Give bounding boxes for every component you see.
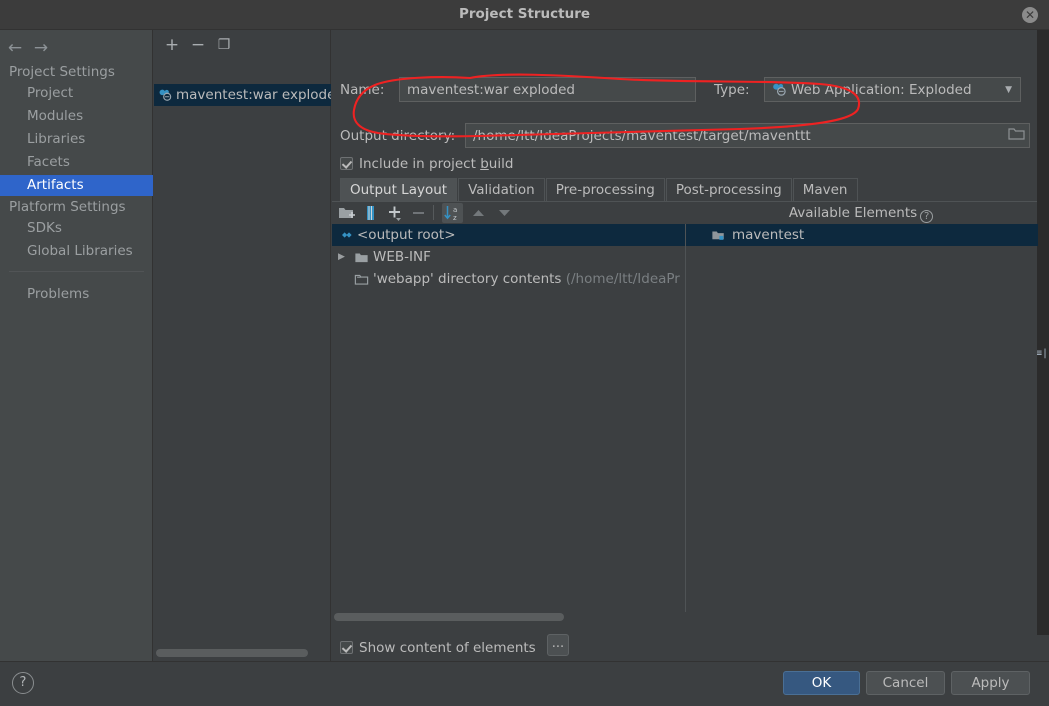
add-directory-button[interactable] [336,203,357,223]
output-directory-input[interactable] [465,123,1030,148]
settings-sidebar: ← → Project Settings Project Modules Lib… [0,30,153,661]
folder-plus-icon [339,208,355,218]
tree-row[interactable]: <output root> [332,224,685,246]
tree-row-label: <output root> [357,227,456,243]
output-directory-label: Output directory: [340,128,456,144]
include-in-build-label: Include in project build [359,156,514,172]
artifact-list-item[interactable]: maventest:war exploded [154,84,331,106]
sidebar-item-artifacts[interactable]: Artifacts [0,175,153,196]
sidebar-item-libraries[interactable]: Libraries [0,129,153,150]
remove-element-button[interactable] [408,203,429,223]
back-arrow-icon[interactable]: ← [3,36,27,60]
artifact-list-item-label: maventest:war exploded [176,87,331,103]
tab-maven[interactable]: Maven [792,178,858,201]
tree-row[interactable]: 'webapp' directory contents (/home/ltt/I… [332,268,685,290]
elements-toolbar: a z Available Elements? [332,202,1037,224]
artifacts-toolbar: + − ❐ [154,32,331,58]
tree-row-label: WEB-INF [373,249,431,265]
tree-row[interactable]: maventest [686,224,1038,246]
available-elements-header: Available Elements? [685,202,1037,224]
tab-post-processing[interactable]: Post-processing [665,178,792,201]
sort-elements-button[interactable]: a z [442,203,463,223]
sidebar-item-problems[interactable]: Problems [0,284,153,305]
artifacts-horizontal-scrollbar[interactable] [156,649,308,657]
arrow-up-icon [473,210,484,216]
sidebar-item-global-libraries[interactable]: Global Libraries [0,241,153,262]
available-elements-label: Available Elements [788,205,918,221]
help-button[interactable]: ? [12,672,34,694]
available-elements-tree: maventest [685,224,1038,612]
artifact-editor-panel: Name: Type: Web Application: Exploded ▼ … [332,30,1038,661]
output-layout-tree: <output root> ▶ WEB-INF 'webapp' directo… [332,224,685,612]
archive-icon [367,206,374,220]
editor-tabs: Output Layout Validation Pre-processing … [340,178,859,201]
war-artifact-icon [773,83,786,96]
type-dropdown-value: Web Application: Exploded [791,82,972,98]
copy-artifact-button[interactable]: ❐ [213,34,235,56]
ok-button[interactable]: OK [783,671,860,695]
show-content-label: Show content of elements [359,640,536,656]
close-icon[interactable]: ✕ [1022,7,1038,23]
arrow-down-icon [499,210,510,216]
folder-icon [355,253,368,263]
move-down-button[interactable] [494,203,515,223]
tab-pre-processing[interactable]: Pre-processing [545,178,665,201]
sort-az-icon: a z [444,206,457,222]
svg-text:a: a [453,206,457,214]
type-dropdown[interactable]: Web Application: Exploded ▼ [764,77,1021,102]
sidebar-group-project-settings: Project Settings [9,64,115,80]
background-window-glyph: ≡| [1036,348,1049,359]
forward-arrow-icon[interactable]: → [29,36,53,60]
tab-validation[interactable]: Validation [458,178,545,201]
sidebar-item-modules[interactable]: Modules [0,106,153,127]
add-archive-button[interactable] [360,203,381,223]
sidebar-item-project[interactable]: Project [0,83,153,104]
dialog-title: Project Structure [458,6,591,22]
tree-row[interactable]: ▶ WEB-INF [332,246,685,268]
sidebar-divider [9,271,144,272]
sidebar-item-facets[interactable]: Facets [0,152,153,173]
type-label: Type: [714,82,750,98]
remove-artifact-button[interactable]: − [187,34,209,56]
show-content-options-button[interactable]: ... [547,634,569,656]
tree-row-label: maventest [732,227,805,243]
add-artifact-button[interactable]: + [161,34,183,56]
sidebar-item-sdks[interactable]: SDKs [0,218,153,239]
include-in-build-checkbox-box [340,157,353,170]
cancel-button[interactable]: Cancel [866,671,945,695]
plus-dropdown-icon [389,206,401,221]
name-input[interactable] [399,77,696,102]
name-label: Name: [340,82,385,98]
output-tree-horizontal-scrollbar[interactable] [334,613,564,621]
sidebar-nav-arrows: ← → [0,36,153,62]
chevron-right-icon[interactable]: ▶ [338,246,352,268]
war-artifact-icon [159,89,172,101]
sidebar-group-platform-settings: Platform Settings [9,199,126,215]
svg-text:z: z [453,214,457,222]
dialog-titlebar: Project Structure ✕ [0,0,1049,30]
output-layout-content: a z Available Elements? <output root> ▶ … [332,201,1038,633]
tree-row-label: 'webapp' directory contents (/home/ltt/I… [373,271,680,287]
directory-contents-icon [354,274,369,285]
artifacts-list-panel: + − ❐ maventest:war exploded [154,30,331,661]
chevron-down-icon: ▼ [1005,85,1012,95]
project-structure-dialog: ≡| Project Structure ✕ ← → Project Setti… [0,0,1049,706]
show-content-checkbox-box [340,641,353,654]
tab-output-layout[interactable]: Output Layout [340,178,458,201]
folder-browse-icon[interactable] [1008,126,1026,142]
move-up-button[interactable] [468,203,489,223]
module-icon [712,231,724,240]
toolbar-separator [433,205,434,220]
apply-button[interactable]: Apply [951,671,1030,695]
tree-row-path-suffix: (/home/ltt/IdeaPr [561,271,680,287]
output-root-icon [342,232,352,238]
element-tree-panes: <output root> ▶ WEB-INF 'webapp' directo… [332,224,1038,612]
background-window-strip [1037,30,1049,635]
help-icon[interactable]: ? [920,210,934,223]
add-copy-button[interactable] [384,203,405,223]
minus-icon [413,212,424,214]
